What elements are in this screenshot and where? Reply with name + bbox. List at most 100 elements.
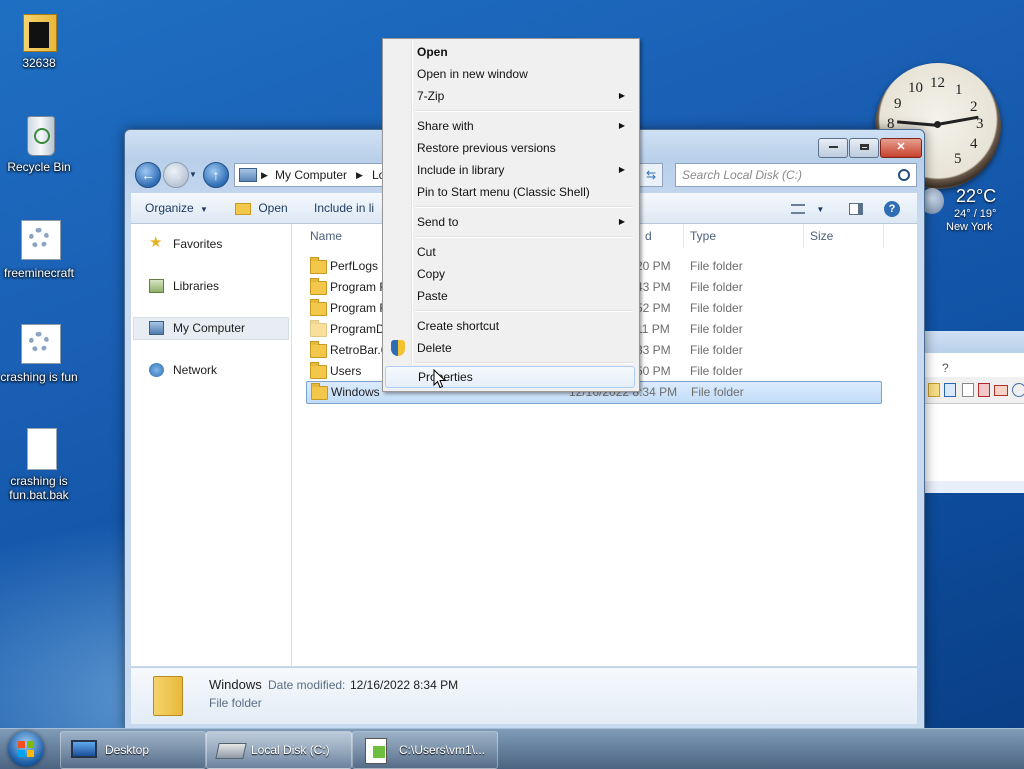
menu-label: Copy — [417, 267, 446, 281]
menu-item-open[interactable]: Open — [385, 41, 635, 63]
desktop-icon-crashing-is-fun[interactable]: crashing is fun — [0, 322, 78, 384]
minimize-button[interactable] — [818, 138, 848, 158]
up-arrow-icon: ↑ — [212, 167, 220, 183]
background-window[interactable]: ? — [923, 331, 1024, 493]
taskbar-button-desktop[interactable]: Desktop — [60, 731, 206, 769]
folder-icon — [310, 278, 327, 295]
file-type: File folder — [690, 280, 743, 294]
settings-file-icon — [19, 322, 61, 366]
desktop-icon-32638[interactable]: 32638 — [0, 8, 78, 70]
maximize-button[interactable] — [849, 138, 879, 158]
search-placeholder: Search Local Disk (C:) — [682, 168, 803, 182]
file-name: ProgramD — [330, 322, 385, 336]
menu-item-copy[interactable]: Copy — [385, 263, 635, 285]
file-date: 33 PM — [636, 343, 671, 357]
task-label: C:\Users\vm1\... — [399, 743, 486, 757]
folder-open-icon — [235, 202, 251, 215]
start-button[interactable] — [4, 729, 48, 769]
taskbar-button-notepad[interactable]: C:\Users\vm1\... — [352, 731, 498, 769]
menu-label: Pin to Start menu (Classic Shell) — [417, 185, 590, 199]
include-label: Include in li — [314, 201, 375, 215]
menu-label: Include in library — [417, 163, 505, 177]
close-button[interactable]: ✕ — [880, 138, 922, 158]
recent-pages-dropdown[interactable]: ▼ — [189, 170, 197, 179]
search-input[interactable]: Search Local Disk (C:) — [675, 163, 917, 187]
open-button[interactable]: Open — [235, 193, 288, 223]
clock-numeral: 10 — [908, 80, 923, 96]
duplicate-icon[interactable] — [944, 383, 956, 397]
help-menu[interactable]: ? — [942, 361, 949, 375]
menu-item-create-shortcut[interactable]: Create shortcut — [385, 315, 635, 337]
taskbar-button-local-disk[interactable]: Local Disk (C:) — [206, 731, 352, 769]
forward-button[interactable]: → — [163, 162, 189, 188]
refresh-button[interactable]: ⇆ — [639, 163, 663, 187]
desktop-icon-crashing-is-fun-bat-bak[interactable]: crashing is fun.bat.bak — [0, 426, 78, 502]
menu-item-restore-previous-versions[interactable]: Restore previous versions — [385, 137, 635, 159]
file-name: Users — [330, 364, 362, 378]
weather-city: New York — [946, 221, 993, 233]
clock-hour-hand — [936, 115, 979, 126]
menu-item-share-with[interactable]: Share with ▶ — [385, 115, 635, 137]
preview-pane-icon — [849, 202, 863, 215]
taskbar: Desktop Local Disk (C:) C:\Users\vm1\... — [0, 728, 1024, 769]
preview-pane-button[interactable] — [849, 193, 863, 223]
computer-icon — [239, 168, 257, 182]
menu-item-delete[interactable]: Delete — [385, 337, 635, 359]
clock-numeral: 9 — [894, 96, 902, 112]
file-type: File folder — [691, 385, 744, 399]
folder-icon — [310, 341, 327, 358]
folder-icon[interactable] — [994, 385, 1008, 396]
nav-favorites[interactable]: ★ Favorites — [149, 234, 222, 254]
organize-button[interactable]: Organize ▼ — [145, 193, 208, 223]
menu-separator — [415, 236, 633, 238]
copy-icon[interactable] — [928, 383, 940, 397]
breadcrumb-separator-icon: ▶ — [261, 170, 268, 180]
menu-item-open-new-window[interactable]: Open in new window — [385, 63, 635, 85]
column-header-date[interactable]: d — [639, 224, 684, 248]
help-button[interactable]: ? — [884, 193, 900, 223]
back-button[interactable]: ← — [135, 162, 161, 188]
menu-label: Open in new window — [417, 67, 528, 81]
desktop-icon-label: crashing is fun — [0, 370, 78, 384]
view-icon[interactable] — [1012, 383, 1024, 397]
delete-icon[interactable] — [978, 383, 990, 397]
menu-item-properties[interactable]: Properties — [385, 366, 635, 388]
minimize-icon — [828, 146, 838, 149]
navigation-pane: ★ Favorites Libraries My Computer Networ… — [131, 224, 292, 666]
menu-item-cut[interactable]: Cut — [385, 241, 635, 263]
menu-item-paste[interactable]: Paste — [385, 285, 635, 307]
breadcrumb-my-computer[interactable]: My Computer — [275, 164, 347, 186]
menu-item-send-to[interactable]: Send to ▶ — [385, 211, 635, 233]
column-header-size[interactable]: Size — [804, 224, 884, 248]
close-icon: ✕ — [896, 141, 906, 153]
desktop-icon-label: crashing is fun.bat.bak — [9, 474, 69, 502]
menu-label: Send to — [417, 215, 459, 229]
file-date: 20 PM — [636, 259, 671, 273]
context-menu[interactable]: Open Open in new window 7-Zip ▶ Share wit… — [382, 38, 640, 392]
menu-item-include-in-library[interactable]: Include in library ▶ — [385, 159, 635, 181]
menu-label: Create shortcut — [417, 319, 500, 333]
column-header-type[interactable]: Type — [684, 224, 804, 248]
folder-icon — [19, 8, 59, 52]
document-icon[interactable] — [962, 383, 974, 397]
file-name: Program F — [330, 301, 387, 315]
menu-item-pin-to-start[interactable]: Pin to Start menu (Classic Shell) — [385, 181, 635, 203]
include-in-library-button[interactable]: Include in li — [314, 193, 374, 223]
desktop-icon-freeminecraft[interactable]: freeminecraft — [0, 218, 78, 280]
nav-my-computer[interactable]: My Computer — [149, 318, 245, 338]
back-arrow-icon: ← — [141, 167, 155, 183]
nav-libraries[interactable]: Libraries — [149, 276, 219, 296]
file-type: File folder — [690, 322, 743, 336]
menu-item-7zip[interactable]: 7-Zip ▶ — [385, 85, 635, 107]
view-options-button[interactable]: ▼ — [791, 193, 824, 223]
desktop-icon-recycle-bin[interactable]: Recycle Bin — [0, 112, 78, 174]
weather-range: 24° / 19° — [954, 208, 997, 220]
nav-network[interactable]: Network — [149, 360, 217, 380]
windows-orb-icon — [8, 731, 44, 767]
settings-file-icon — [19, 218, 61, 262]
up-button[interactable]: ↑ — [203, 162, 229, 188]
chevron-down-icon: ▼ — [189, 170, 197, 179]
chevron-down-icon: ▼ — [200, 205, 208, 214]
file-name: PerfLogs — [330, 259, 379, 273]
weather-gadget[interactable]: 22°C 24° / 19° New York — [920, 182, 1024, 238]
